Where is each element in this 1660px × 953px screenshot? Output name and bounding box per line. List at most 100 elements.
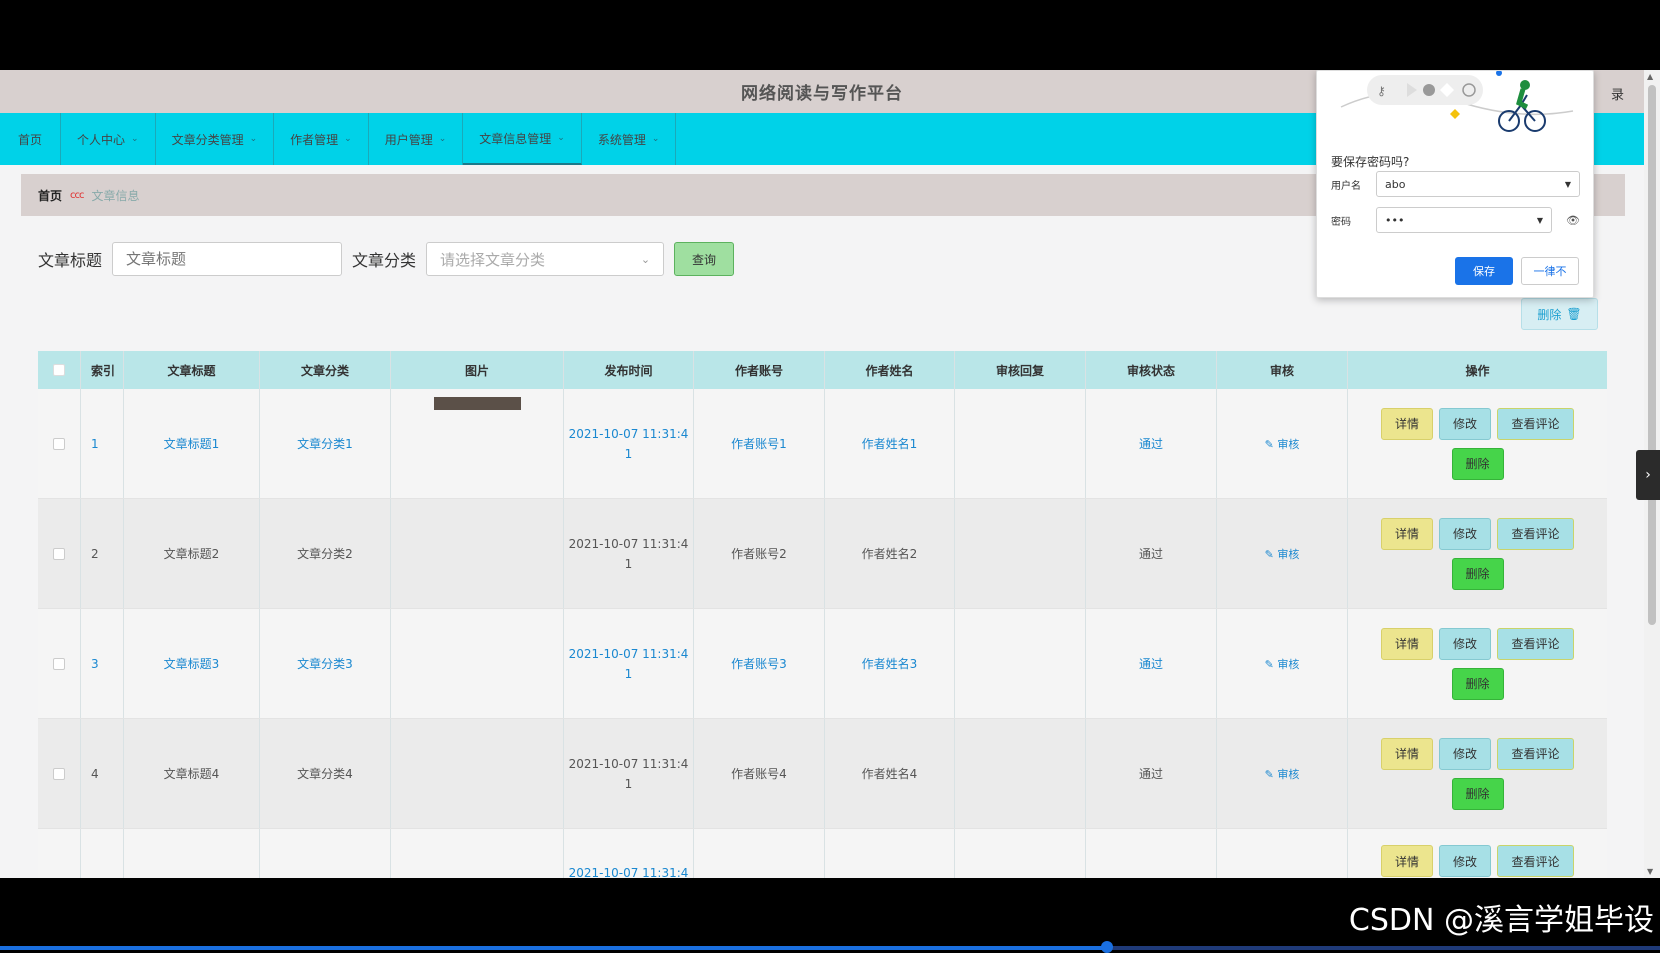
chevron-down-icon: ⌄ <box>249 134 258 144</box>
article-title: 文章标题4 <box>163 767 220 781</box>
article-image[interactable] <box>433 397 521 410</box>
password-value: ••• <box>1385 213 1405 227</box>
nav-item-6[interactable]: 系统管理 ⌄ <box>582 113 677 165</box>
video-progress-knob[interactable] <box>1101 941 1114 953</box>
delete-button[interactable]: 删除 <box>1451 447 1504 480</box>
publish-time-line1: 2021-10-07 11:31:4 <box>568 536 689 551</box>
video-progress-bar[interactable] <box>0 941 1660 953</box>
detail-button[interactable]: 详情 <box>1381 407 1433 440</box>
category-select[interactable]: 请选择文章分类 ⌄ <box>426 242 665 276</box>
detail-button[interactable]: 详情 <box>1381 737 1433 770</box>
logout-link[interactable]: 录 <box>1611 84 1624 103</box>
audit-button[interactable]: ✎ 审核 <box>1265 436 1300 452</box>
author-name[interactable]: 作者姓名1 <box>862 435 918 452</box>
article-table: 索引 文章标题 文章分类 图片 发布时间 作者账号 作者姓名 审核回复 审核状态 审核 操作 1 文章… <box>38 351 1607 878</box>
publish-time-line2: 1 <box>624 556 633 571</box>
article-category[interactable]: 文章分类3 <box>297 655 353 672</box>
view-comments-button[interactable]: 查看评论 <box>1497 407 1574 440</box>
author-name: 作者姓名2 <box>861 547 918 561</box>
view-comments-button[interactable]: 查看评论 <box>1497 737 1574 770</box>
nav-item-label: 首页 <box>18 132 43 147</box>
article-category-cell: 文章分类2 <box>260 499 391 608</box>
username-field[interactable]: abo ▼ <box>1376 171 1580 197</box>
edit-pen-icon: ✎ <box>1264 437 1278 451</box>
nav-item-2[interactable]: 文章分类管理 ⌄ <box>156 113 275 165</box>
row-checkbox[interactable] <box>53 657 65 670</box>
edit-button[interactable]: 修改 <box>1439 845 1491 877</box>
password-illustration: ⚷ <box>1340 71 1574 132</box>
publish-time: 2021-10-07 11:31:4 1 <box>569 534 689 574</box>
nav-item-0[interactable]: 首页 <box>0 113 62 165</box>
password-field[interactable]: ••• ▼ <box>1376 207 1552 233</box>
delete-button[interactable]: 删除 <box>1451 667 1504 700</box>
audit-button[interactable]: ✎ 审核 <box>1265 656 1300 672</box>
title-search-input[interactable] <box>112 242 343 276</box>
view-comments-button[interactable]: 查看评论 <box>1497 627 1574 660</box>
author-name-cell <box>825 829 955 878</box>
author-account-cell: 作者账号4 <box>694 719 825 828</box>
author-name[interactable]: 作者姓名3 <box>862 655 918 672</box>
nav-item-5[interactable]: 文章信息管理 ⌄ <box>463 113 582 165</box>
row-checkbox[interactable] <box>53 877 65 878</box>
author-account[interactable]: 作者账号3 <box>731 655 787 672</box>
select-all-checkbox[interactable] <box>53 364 65 376</box>
publish-time-line2: 1 <box>624 776 633 791</box>
row-checkbox-cell <box>38 389 81 498</box>
row-checkbox[interactable] <box>53 767 65 780</box>
audit-button[interactable]: ✎ 审核 <box>1265 766 1300 782</box>
side-panel-toggle[interactable]: › <box>1636 450 1660 500</box>
eye-icon[interactable]: 👁 <box>1566 214 1580 227</box>
breadcrumb-separator: ccc <box>70 189 84 201</box>
article-category[interactable]: 文章分类1 <box>297 435 353 452</box>
query-button[interactable]: 查询 <box>674 242 735 276</box>
scroll-down-icon[interactable]: ▼ <box>1647 867 1653 876</box>
row-index-cell: 4 <box>81 719 124 828</box>
password-row: 密码 ••• ▼ 👁 <box>1331 207 1580 233</box>
article-title-cell: 文章标题3 <box>124 609 260 718</box>
delete-button[interactable]: 删除 <box>1451 777 1504 810</box>
author-account[interactable]: 作者账号1 <box>731 435 787 452</box>
scroll-up-icon[interactable]: ▲ <box>1647 72 1653 81</box>
view-comments-button[interactable]: 查看评论 <box>1497 845 1574 877</box>
audit-status[interactable]: 通过 <box>1139 655 1163 672</box>
audit-status[interactable]: 通过 <box>1139 435 1163 452</box>
publish-time-cell: 2021-10-07 11:31:4 1 <box>564 609 694 718</box>
detail-button[interactable]: 详情 <box>1381 845 1433 877</box>
detail-button[interactable]: 详情 <box>1381 517 1433 550</box>
nav-item-1[interactable]: 个人中心 ⌄ <box>61 113 156 165</box>
edit-button[interactable]: 修改 <box>1439 407 1491 440</box>
scrollbar-thumb[interactable] <box>1648 85 1656 625</box>
save-password-question: 要保存密码吗? <box>1331 155 1410 169</box>
edit-button[interactable]: 修改 <box>1439 627 1491 660</box>
nav-item-4[interactable]: 用户管理 ⌄ <box>369 113 464 165</box>
audit-reply-cell <box>955 499 1086 608</box>
delete-button[interactable]: 删除 <box>1451 557 1504 590</box>
operations-line: 详情 修改 查看评论 <box>1381 407 1574 440</box>
article-category: 文章分类4 <box>297 767 353 781</box>
nav-item-3[interactable]: 作者管理 ⌄ <box>274 113 369 165</box>
row-index-cell <box>81 829 124 878</box>
row-checkbox[interactable] <box>53 437 65 450</box>
username-value: abo <box>1385 177 1406 191</box>
detail-button[interactable]: 详情 <box>1381 627 1433 660</box>
breadcrumb-home[interactable]: 首页 <box>38 187 62 204</box>
operations-line: 详情 修改 查看评论 <box>1381 845 1574 877</box>
batch-delete-button[interactable]: 删除 🗑 <box>1521 298 1598 330</box>
edit-button[interactable]: 修改 <box>1439 737 1491 770</box>
article-title[interactable]: 文章标题3 <box>164 655 220 672</box>
operations-cell: 详情 修改 查看评论 删除 <box>1348 389 1607 498</box>
edit-button[interactable]: 修改 <box>1439 517 1491 550</box>
publish-time-cell: 2021-10-07 11:31:4 1 <box>564 719 694 828</box>
save-password-button[interactable]: 保存 <box>1455 257 1513 285</box>
view-comments-button[interactable]: 查看评论 <box>1497 517 1574 550</box>
article-title[interactable]: 文章标题1 <box>164 435 220 452</box>
author-account-cell: 作者账号1 <box>694 389 825 498</box>
article-category-cell: 文章分类1 <box>260 389 391 498</box>
nav-item-label: 系统管理 <box>597 132 646 147</box>
row-checkbox[interactable] <box>53 547 65 560</box>
author-account-cell <box>694 829 825 878</box>
title-filter-label: 文章标题 <box>38 251 103 270</box>
never-save-button[interactable]: 一律不 <box>1521 257 1579 285</box>
article-title-cell: 文章标题4 <box>124 719 260 828</box>
audit-button[interactable]: ✎ 审核 <box>1265 546 1300 562</box>
